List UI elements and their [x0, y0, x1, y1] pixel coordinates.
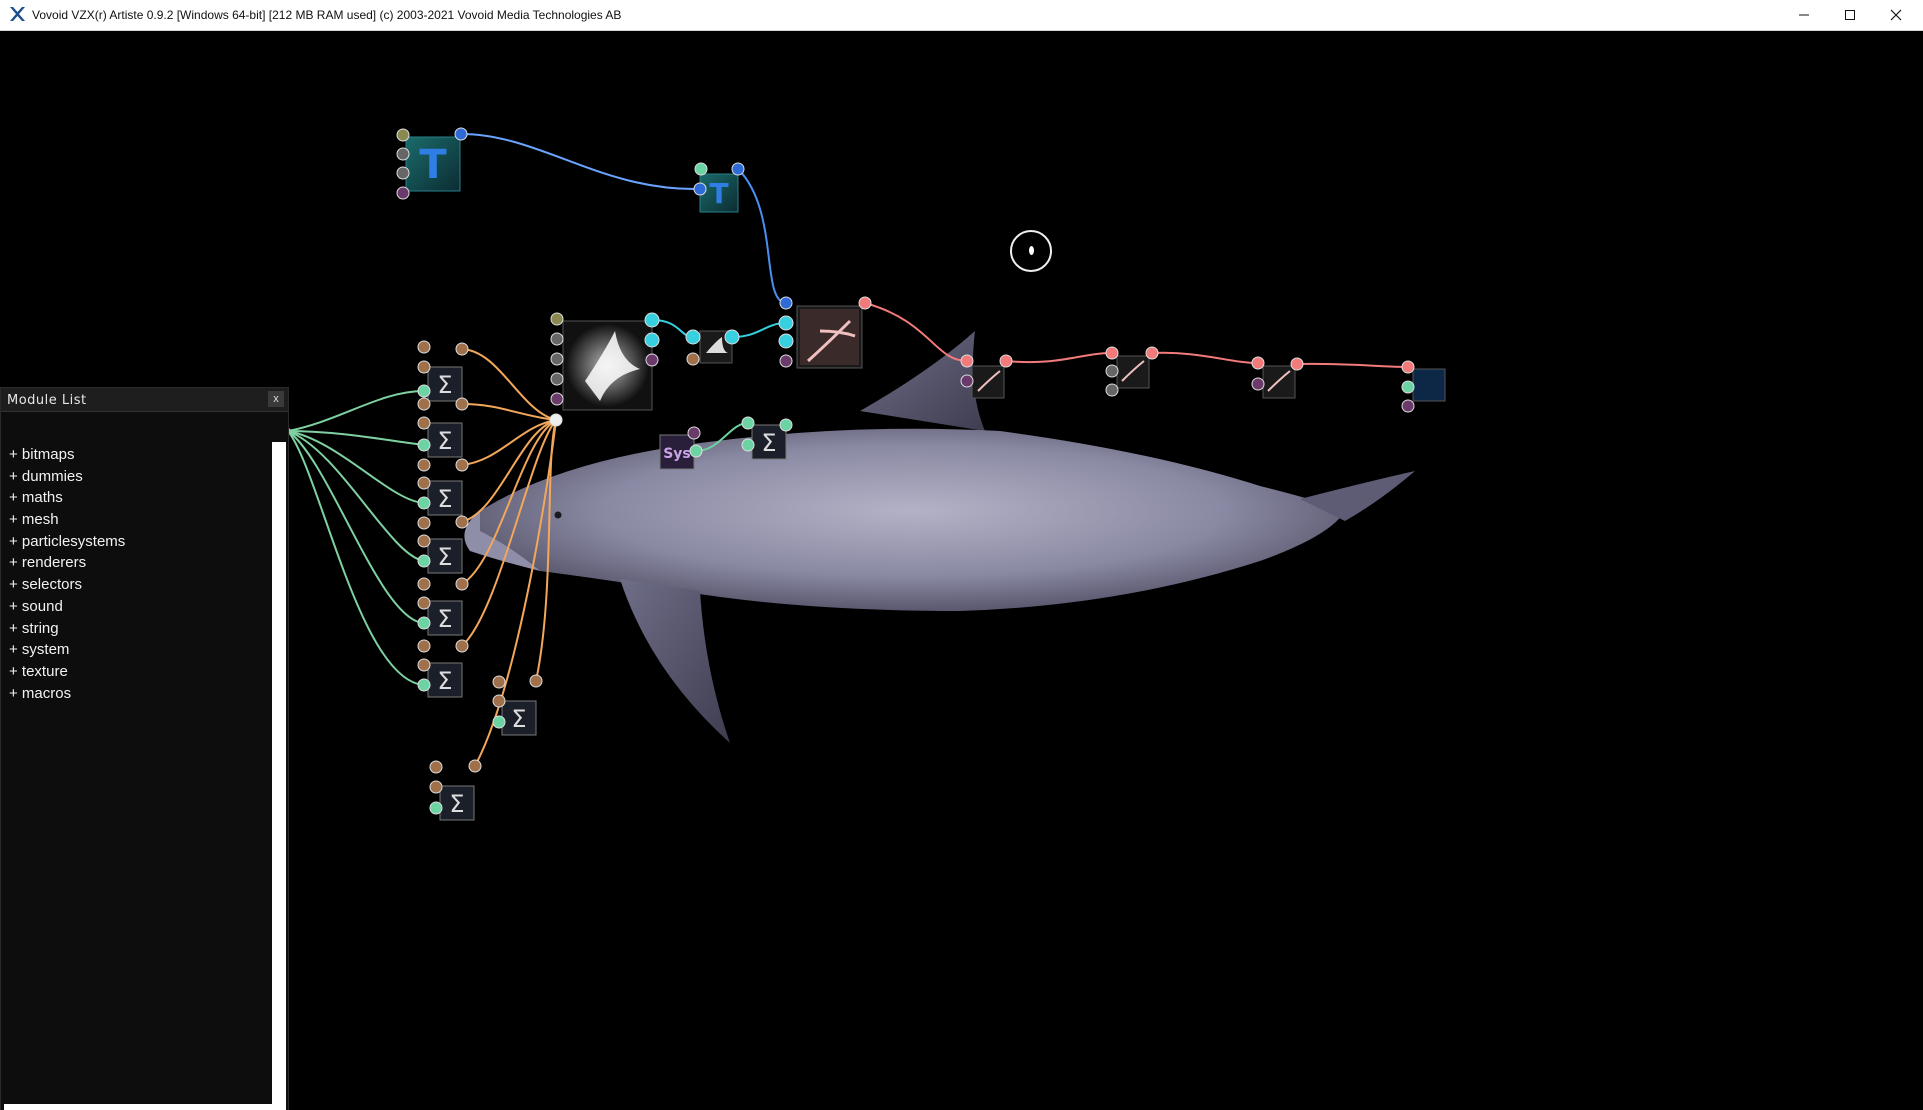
- module-category-string[interactable]: + string: [9, 618, 125, 640]
- text-module-node[interactable]: T: [693, 162, 745, 213]
- module-list-title: Module List: [7, 393, 87, 408]
- sum-module-node[interactable]: Σ: [417, 639, 469, 698]
- module-category-mesh[interactable]: + mesh: [9, 509, 125, 531]
- svg-text:Σ: Σ: [437, 667, 452, 695]
- sum-module-node[interactable]: Σ: [417, 577, 469, 636]
- module-category-selectors[interactable]: + selectors: [9, 574, 125, 596]
- screen-module-node[interactable]: [1401, 360, 1446, 413]
- svg-text:Σ: Σ: [437, 543, 452, 571]
- sum-module-node[interactable]: Σ: [417, 340, 469, 402]
- module-list-panel: Module List x + bitmaps + dummies + math…: [0, 387, 289, 1110]
- close-button[interactable]: [1873, 0, 1919, 30]
- svg-text:Σ: Σ: [511, 705, 526, 733]
- render-module-node[interactable]: [1105, 346, 1159, 397]
- svg-text:Σ: Σ: [437, 427, 452, 455]
- particle-module-node[interactable]: [549, 312, 660, 427]
- text-module-icon: T: [709, 177, 728, 210]
- module-category-renderers[interactable]: + renderers: [9, 552, 125, 574]
- module-list-horizontal-scrollbar[interactable]: [4, 1104, 272, 1110]
- module-category-macros[interactable]: + macros: [9, 683, 125, 705]
- module-list-header[interactable]: Module List x: [1, 388, 288, 412]
- text-module-icon: T: [419, 142, 447, 188]
- module-category-dummies[interactable]: + dummies: [9, 466, 125, 488]
- sum-module-icon: Σ: [761, 429, 776, 457]
- svg-text:Σ: Σ: [449, 790, 464, 818]
- maximize-button[interactable]: [1827, 0, 1873, 30]
- minimize-icon: [1799, 14, 1809, 16]
- module-list-vertical-scrollbar[interactable]: [272, 442, 286, 1110]
- module-category-system[interactable]: + system: [9, 639, 125, 661]
- svg-text:Σ: Σ: [437, 371, 452, 399]
- screen-module-icon: [1412, 368, 1446, 402]
- title-bar: Vovoid VZX(r) Artiste 0.9.2 [Windows 64-…: [0, 0, 1923, 31]
- module-category-texture[interactable]: + texture: [9, 661, 125, 683]
- sum-module-node[interactable]: Σ: [417, 397, 469, 458]
- sum-module-column: Σ Σ Σ Σ Σ Σ Σ Σ: [417, 340, 543, 821]
- sum-module-node[interactable]: Σ: [429, 759, 482, 821]
- module-category-particlesystems[interactable]: + particlesystems: [9, 531, 125, 553]
- sum-module-node[interactable]: Σ: [492, 674, 543, 736]
- vzx-x-logo-icon: [10, 7, 25, 21]
- svg-text:Σ: Σ: [437, 485, 452, 513]
- svg-text:Σ: Σ: [437, 605, 452, 633]
- minimize-button[interactable]: [1781, 0, 1827, 30]
- module-category-sound[interactable]: + sound: [9, 596, 125, 618]
- window-title: Vovoid VZX(r) Artiste 0.9.2 [Windows 64-…: [32, 8, 622, 22]
- render-module-node[interactable]: [778, 296, 872, 369]
- cursor-dot: [1029, 246, 1034, 255]
- text-module-node[interactable]: T: [396, 127, 468, 200]
- module-list-close-button[interactable]: x: [268, 391, 284, 407]
- render-module-node[interactable]: [1251, 356, 1304, 399]
- sum-module-node[interactable]: Σ: [417, 458, 469, 516]
- maximize-icon: [1845, 10, 1855, 20]
- module-category-bitmaps[interactable]: + bitmaps: [9, 444, 125, 466]
- sys-module-icon: Sys: [663, 446, 691, 462]
- close-icon: [1890, 9, 1902, 21]
- sum-module-node[interactable]: Σ: [417, 515, 469, 574]
- mouse-cursor-ring: [1010, 230, 1052, 272]
- module-category-list: + bitmaps + dummies + maths + mesh + par…: [9, 444, 125, 704]
- node-editor-canvas[interactable]: T T Sys Σ Σ Σ Σ Σ Σ Σ Σ Σ Module List x …: [0, 31, 1923, 1110]
- particle-module-node[interactable]: [685, 329, 740, 366]
- module-category-maths[interactable]: + maths: [9, 487, 125, 509]
